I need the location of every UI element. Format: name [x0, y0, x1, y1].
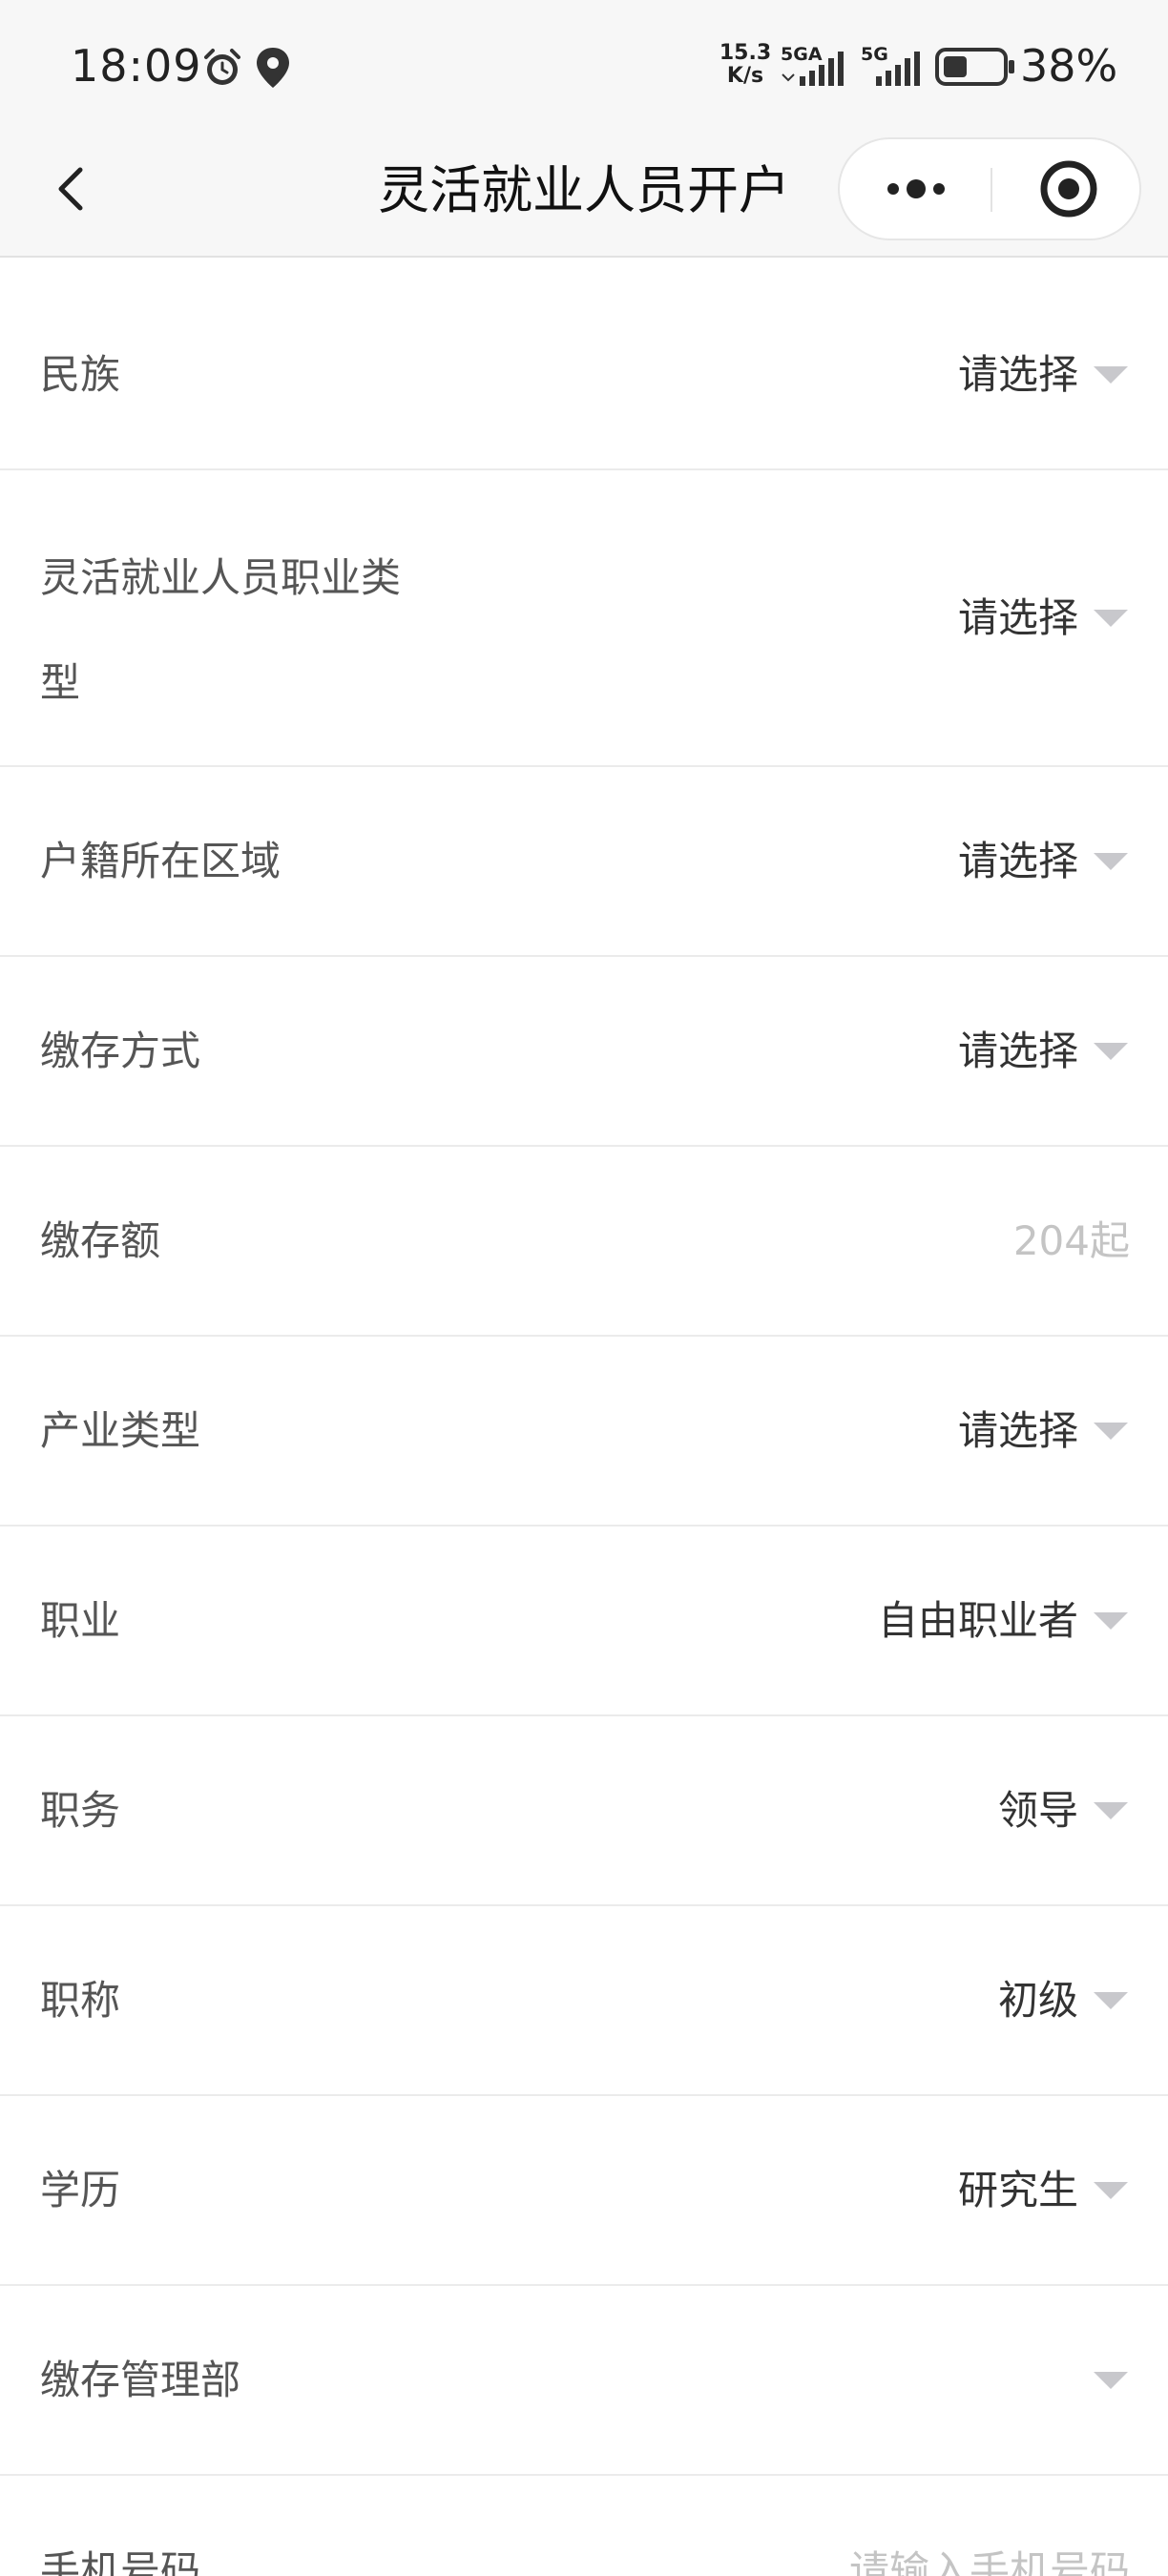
net-speed: 15.3 K/s — [718, 42, 773, 88]
caret-down-icon — [1094, 366, 1128, 384]
mini-program-capsule — [838, 137, 1141, 240]
row-select-value[interactable]: 请选择 — [958, 767, 1078, 955]
caret-down-icon — [1094, 2182, 1128, 2199]
row-select-value[interactable]: 领导 — [998, 1716, 1078, 1904]
row-select-value[interactable]: 请选择 — [958, 470, 1078, 765]
form-row-deposit-amount[interactable]: 缴存额 — [0, 1147, 1168, 1337]
row-label: 职业 — [40, 1597, 121, 1644]
caret-down-icon — [1094, 853, 1128, 870]
battery-icon — [935, 48, 1014, 86]
account-form: 民族 请选择 灵活就业人员职业类型 请选择 户籍所在区域 请选择 缴存方式 请选… — [0, 280, 1168, 2576]
form-row-education[interactable]: 学历 研究生 — [0, 2096, 1168, 2286]
form-row-ethnicity[interactable]: 民族 请选择 — [0, 280, 1168, 470]
row-label: 职务 — [40, 1787, 121, 1834]
caret-down-icon — [1094, 1423, 1128, 1440]
signal-icon — [876, 52, 920, 86]
row-label: 缴存方式 — [40, 1028, 201, 1074]
form-row-industry-type[interactable]: 产业类型 请选择 — [0, 1337, 1168, 1527]
back-arrow-icon[interactable] — [38, 153, 115, 229]
form-row-professional-title[interactable]: 职称 初级 — [0, 1906, 1168, 2096]
close-target-icon[interactable] — [992, 139, 1141, 239]
row-select-value[interactable]: 研究生 — [958, 2096, 1078, 2284]
caret-down-icon — [1094, 1043, 1128, 1060]
deposit-amount-input[interactable] — [653, 1147, 1130, 1335]
net-speed-unit: K/s — [726, 64, 764, 88]
battery-percent: 38% — [1020, 40, 1118, 92]
alarm-icon — [204, 49, 240, 85]
location-icon — [257, 48, 289, 88]
form-row-deposit-method[interactable]: 缴存方式 请选择 — [0, 957, 1168, 1147]
signal-icon — [782, 52, 844, 86]
status-bar: 18:09 15.3 K/s 5GA 5G 38% — [0, 0, 1168, 134]
row-label: 手机号码 — [40, 2547, 201, 2576]
caret-down-icon — [1094, 1612, 1128, 1630]
row-select-value[interactable]: 初级 — [998, 1906, 1078, 2094]
net-speed-value: 15.3 — [719, 41, 772, 65]
form-row-occupation[interactable]: 职业 自由职业者 — [0, 1527, 1168, 1716]
form-row-position[interactable]: 职务 领导 — [0, 1716, 1168, 1906]
row-select-value[interactable]: 请选择 — [958, 1337, 1078, 1525]
row-select-value[interactable]: 请选择 — [958, 280, 1078, 468]
caret-down-icon — [1094, 610, 1128, 627]
row-label: 学历 — [40, 2167, 121, 2213]
row-select-value[interactable]: 自由职业者 — [878, 1527, 1078, 1714]
phone-input[interactable] — [653, 2533, 1130, 2576]
row-label: 户籍所在区域 — [40, 838, 282, 884]
form-row-deposit-management[interactable]: 缴存管理部 — [0, 2286, 1168, 2476]
top-area: 18:09 15.3 K/s 5GA 5G 38% 灵活就业人员开户 — [0, 0, 1168, 258]
row-label: 缴存额 — [40, 1217, 161, 1264]
caret-down-icon — [1094, 1992, 1128, 2009]
row-select-value[interactable]: 请选择 — [958, 957, 1078, 1145]
caret-down-icon — [1094, 2372, 1128, 2389]
row-label: 民族 — [40, 351, 121, 398]
status-time: 18:09 — [71, 40, 202, 92]
page-title: 灵活就业人员开户 — [378, 160, 790, 220]
row-label: 产业类型 — [40, 1407, 201, 1454]
row-label: 职称 — [40, 1977, 121, 2024]
caret-down-icon — [1094, 1802, 1128, 1819]
form-row-phone[interactable]: 手机号码 — [0, 2476, 1168, 2576]
form-row-household-region[interactable]: 户籍所在区域 请选择 — [0, 767, 1168, 957]
more-dots-icon[interactable] — [840, 139, 992, 239]
row-label: 灵活就业人员职业类型 — [40, 554, 402, 706]
nav-bar: 灵活就业人员开户 — [0, 134, 1168, 258]
form-row-occupation-type[interactable]: 灵活就业人员职业类型 请选择 — [0, 470, 1168, 767]
row-label: 缴存管理部 — [40, 2357, 241, 2403]
